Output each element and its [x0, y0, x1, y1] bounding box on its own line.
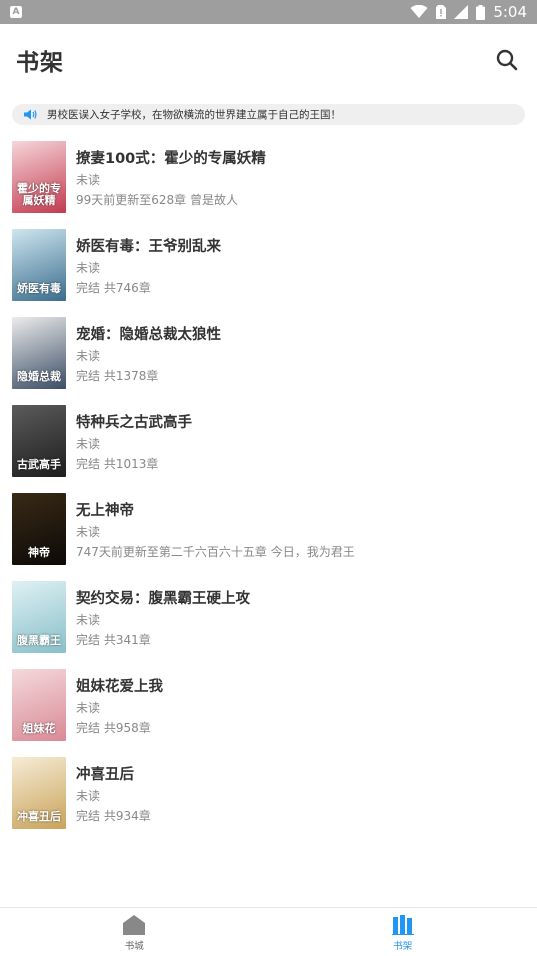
bookshelf-icon	[391, 914, 414, 935]
status-bar: A 5:04	[0, 0, 537, 24]
book-cover[interactable]: 神帝	[12, 493, 66, 565]
read-status: 未读	[76, 437, 101, 451]
signal-icon	[454, 5, 469, 19]
book-cover[interactable]: 冲喜丑后	[12, 757, 66, 829]
announcement-bar[interactable]: 男校医误入女子学校，在物欲横流的世界建立属于自己的王国！	[12, 104, 525, 125]
book-title[interactable]: 冲喜丑后	[76, 763, 151, 785]
book-item[interactable]: 隐婚总裁 宠婚：隐婚总裁太狼性未读完结 共1378章	[0, 317, 537, 405]
book-title[interactable]: 宠婚：隐婚总裁太狼性	[76, 323, 221, 345]
book-title[interactable]: 姐妹花爱上我	[76, 675, 163, 697]
wifi-icon	[410, 5, 428, 19]
search-icon	[496, 49, 518, 71]
cover-title-art: 霍少的专属妖精	[17, 182, 61, 207]
book-item[interactable]: 霍少的专属妖精 撩妻100式：霍少的专属妖精未读 99天前更新至628章 曾是故人	[0, 141, 537, 229]
home-icon	[123, 914, 146, 935]
book-item[interactable]: 古武高手 特种兵之古武高手未读完结 共1013章	[0, 405, 537, 493]
cover-title-art: 冲喜丑后	[17, 810, 61, 823]
bookshelf-list: 霍少的专属妖精 撩妻100式：霍少的专属妖精未读 99天前更新至628章 曾是故人娇…	[0, 141, 537, 845]
update-info: 99天前更新至628章 曾是故人	[76, 193, 238, 207]
read-status: 未读	[76, 701, 101, 715]
read-status: 未读	[76, 525, 101, 539]
book-info: 无上神帝未读 747天前更新至第二千六百六十五章 今日，我为君王	[76, 493, 355, 562]
cover-title-art: 姐妹花	[22, 722, 56, 735]
read-status: 未读	[76, 613, 101, 627]
search-button[interactable]	[493, 46, 521, 74]
cover-title-art: 神帝	[28, 546, 50, 559]
cover-title-art: 娇医有毒	[17, 282, 61, 295]
sim-alert-icon	[436, 5, 447, 19]
book-info: 冲喜丑后未读完结 共934章	[76, 757, 151, 826]
update-info: 完结 共958章	[76, 721, 151, 735]
app-header: 书架	[0, 24, 537, 96]
nav-item-bookshelf[interactable]: 书架	[269, 908, 537, 956]
book-info: 特种兵之古武高手未读完结 共1013章	[76, 405, 192, 474]
book-cover[interactable]: 娇医有毒	[12, 229, 66, 301]
book-info: 姐妹花爱上我未读完结 共958章	[76, 669, 163, 738]
book-cover[interactable]: 霍少的专属妖精	[12, 141, 66, 213]
cover-title-art: 腹黑霸王	[17, 634, 61, 647]
bottom-navigation: 书城 书架	[0, 907, 537, 956]
book-info: 契约交易：腹黑霸王硬上攻未读完结 共341章	[76, 581, 250, 650]
book-title[interactable]: 特种兵之古武高手	[76, 411, 192, 433]
book-item[interactable]: 冲喜丑后 冲喜丑后 未读 完结 共934章	[0, 757, 537, 845]
book-info: 娇医有毒：王爷别乱来未读完结 共746章	[76, 229, 221, 298]
read-status: 未读	[76, 789, 101, 803]
speaker-icon	[24, 109, 37, 120]
book-cover[interactable]: 腹黑霸王	[12, 581, 66, 653]
nav-item-bookstore[interactable]: 书城	[0, 908, 269, 956]
notification-app-icon: A	[10, 6, 22, 18]
battery-icon	[476, 4, 486, 20]
read-status: 未读	[76, 349, 101, 363]
book-cover[interactable]: 古武高手	[12, 405, 66, 477]
book-title[interactable]: 契约交易：腹黑霸王硬上攻	[76, 587, 250, 609]
update-info: 747天前更新至第二千六百六十五章 今日，我为君王	[76, 545, 355, 559]
page-title: 书架	[16, 50, 64, 76]
nav-label-bookshelf: 书架	[393, 940, 413, 952]
read-status: 未读	[76, 173, 101, 187]
book-item[interactable]: 神帝 无上神帝未读 747天前更新至第二千六百六十五章 今日，我为君王	[0, 493, 537, 581]
book-title[interactable]: 无上神帝	[76, 499, 355, 521]
cover-title-art: 古武高手	[17, 458, 61, 471]
update-info: 完结 共341章	[76, 633, 151, 647]
book-title[interactable]: 娇医有毒：王爷别乱来	[76, 235, 221, 257]
book-cover[interactable]: 隐婚总裁	[12, 317, 66, 389]
clock: 5:04	[493, 3, 527, 21]
book-cover[interactable]: 姐妹花	[12, 669, 66, 741]
update-info: 完结 共1378章	[76, 369, 159, 383]
announcement-text: 男校医误入女子学校，在物欲横流的世界建立属于自己的王国！	[47, 109, 341, 121]
update-info: 完结 共1013章	[76, 457, 159, 471]
update-info: 完结 共746章	[76, 281, 151, 295]
book-info: 宠婚：隐婚总裁太狼性未读完结 共1378章	[76, 317, 221, 386]
book-title[interactable]: 撩妻100式：霍少的专属妖精	[76, 147, 266, 169]
book-item[interactable]: 娇医有毒 娇医有毒：王爷别乱来未读完结 共746章	[0, 229, 537, 317]
update-info: 完结 共934章	[76, 809, 151, 823]
book-info: 撩妻100式：霍少的专属妖精未读 99天前更新至628章 曾是故人	[76, 141, 266, 210]
cover-title-art: 隐婚总裁	[17, 370, 61, 383]
book-item[interactable]: 腹黑霸王 契约交易：腹黑霸王硬上攻未读完结 共341章	[0, 581, 537, 669]
nav-label-bookstore: 书城	[124, 940, 144, 952]
read-status: 未读	[76, 261, 101, 275]
book-item[interactable]: 姐妹花 姐妹花爱上我未读完结 共958章	[0, 669, 537, 757]
